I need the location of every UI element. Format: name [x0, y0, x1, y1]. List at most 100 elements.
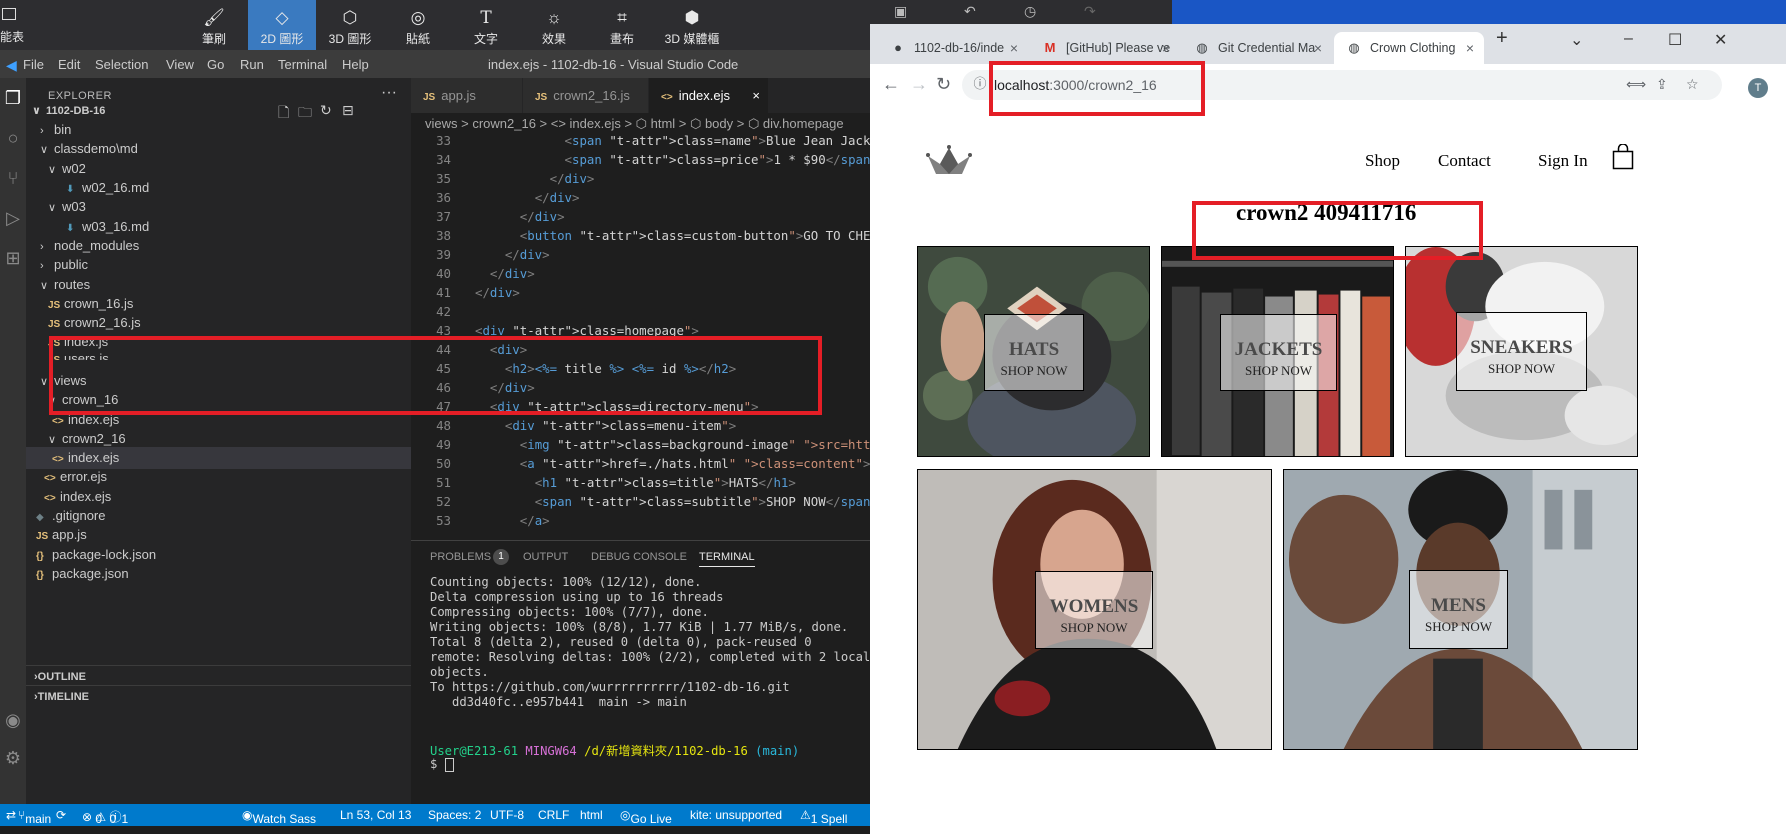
go-live-button[interactable]: ◎ Go Live [620, 808, 672, 826]
new-tab-icon[interactable]: + [1496, 27, 1508, 50]
tab-app-js[interactable]: JS app.js [411, 78, 523, 113]
tool-3d-shapes[interactable]: ⬡ 3D 圖形 [316, 0, 384, 50]
window-close-icon[interactable]: ✕ [1714, 30, 1727, 50]
sync-icon[interactable]: ⟳ [56, 808, 66, 822]
tool-2d-shapes[interactable]: ◇ 2D 圖形 [248, 0, 316, 50]
timeline-section[interactable]: ›TIMELINE [26, 685, 411, 708]
panel-tab-debug-console[interactable]: DEBUG CONSOLE [591, 551, 687, 563]
tool-effects[interactable]: ☼ 效果 [520, 0, 588, 50]
close-icon[interactable]: × [1466, 32, 1474, 64]
code-line[interactable]: 36 </div> [411, 188, 870, 207]
code-line[interactable]: 45 <h2><%= title %> <%= id %></h2> [411, 359, 870, 378]
close-icon[interactable]: × [1314, 32, 1322, 64]
forward-icon[interactable]: → [910, 74, 928, 95]
collapse-all-icon[interactable]: ⊟ [342, 102, 354, 119]
code-editor[interactable]: 33 <span "t-attr">class=name">Blue Jean … [411, 135, 870, 540]
explorer-icon[interactable]: ❐ [0, 88, 26, 109]
tab-crown2-16-js[interactable]: JS crown2_16.js [523, 78, 649, 113]
close-icon[interactable]: × [1010, 32, 1018, 64]
menu-file[interactable]: File [23, 57, 44, 72]
code-line[interactable]: 53 </a> [411, 511, 870, 530]
menu-item-jackets[interactable]: JACKETS SHOP NOW [1161, 246, 1394, 457]
spell-check-status[interactable]: ⚠ 1 Spell [800, 808, 847, 826]
remote-icon[interactable]: ⇄ [6, 808, 16, 822]
code-line[interactable]: 49 <img "t-attr">class=background-image"… [411, 435, 870, 454]
menu-help[interactable]: Help [342, 57, 369, 72]
tool-canvas[interactable]: ⌗ 畫布 [588, 0, 656, 50]
mens-content-link[interactable]: MENS SHOP NOW [1409, 570, 1508, 649]
chrome-tab-git-credential[interactable]: ◍ Git Credential Ma × [1182, 32, 1332, 64]
crown-logo-icon[interactable] [926, 144, 972, 182]
womens-content-link[interactable]: WOMENS SHOP NOW [1035, 571, 1153, 649]
menu-run[interactable]: Run [240, 57, 264, 72]
code-line[interactable]: 37 </div> [411, 207, 870, 226]
bookmark-star-icon[interactable]: ☆ [1686, 76, 1699, 93]
code-line[interactable]: 43 <div "t-attr">class=homepage"> [411, 321, 870, 340]
tree-file-error-ejs[interactable]: <> error.ejs [26, 466, 411, 488]
code-line[interactable]: 34 <span "t-attr">class=price">1 * $90</… [411, 150, 870, 169]
nav-contact[interactable]: Contact [1438, 151, 1491, 171]
maximize-icon[interactable]: ☐ [1668, 30, 1682, 50]
code-line[interactable]: 52 <span "t-attr">class=subtitle">SHOP N… [411, 492, 870, 511]
cursor-position[interactable]: Ln 53, Col 13 [340, 808, 411, 822]
tree-folder-classdemo[interactable]: ∨ classdemo\md [26, 138, 411, 160]
extensions-icon[interactable]: ⊞ [0, 248, 26, 269]
account-icon[interactable]: ◉ [0, 710, 26, 731]
paint-menu-partial[interactable]: 能表 [0, 0, 30, 50]
tree-folder-w03[interactable]: ∨ w03 [26, 196, 411, 218]
chrome-tab-gmail[interactable]: M [GitHub] Please ve × [1030, 32, 1180, 64]
panel-tab-output[interactable]: OUTPUT [523, 551, 568, 563]
tool-3d-library[interactable]: ⬢ 3D 媒體櫃 [652, 0, 732, 50]
indentation[interactable]: Spaces: 2 [428, 808, 481, 822]
undo-icon[interactable]: ↶ [964, 3, 976, 20]
jackets-content-link[interactable]: JACKETS SHOP NOW [1220, 314, 1337, 391]
menu-item-sneakers[interactable]: SNEAKERS SHOP NOW [1405, 246, 1638, 457]
tool-text[interactable]: T 文字 [452, 0, 520, 50]
menu-item-hats[interactable]: HATS SHOP NOW [917, 246, 1150, 457]
profile-avatar[interactable]: T [1748, 78, 1768, 98]
branch-indicator[interactable]: ⑂ main [18, 808, 51, 826]
tab-index-ejs[interactable]: <> index.ejs × [649, 78, 769, 113]
code-line[interactable]: 33 <span "t-attr">class=name">Blue Jean … [411, 135, 870, 150]
hats-content-link[interactable]: HATS SHOP NOW [984, 314, 1084, 391]
address-bar[interactable]: ⓘ localhost:3000/crown2_16 ⟺ ⇪ ☆ [962, 70, 1722, 100]
watch-sass-button[interactable]: ◉ Watch Sass [242, 808, 316, 826]
menu-terminal[interactable]: Terminal [278, 57, 327, 72]
tree-file-package-json[interactable]: {} package.json [26, 563, 411, 585]
code-line[interactable]: 40 </div> [411, 264, 870, 283]
minimize-icon[interactable]: – [1624, 30, 1633, 48]
chrome-tab-crown-clothing[interactable]: ◍ Crown Clothing × [1334, 32, 1484, 64]
code-line[interactable]: 35 </div> [411, 169, 870, 188]
tree-file-users-js[interactable]: JSusers.js [26, 348, 411, 360]
code-line[interactable]: 47 <div "t-attr">class=directory-menu"> [411, 397, 870, 416]
tree-file-app-js[interactable]: JS app.js [26, 524, 411, 546]
source-control-icon[interactable]: ⑂ [0, 168, 26, 189]
language-mode[interactable]: html [580, 808, 603, 822]
code-line[interactable]: 51 <h1 "t-attr">class=title">HATS</h1> [411, 473, 870, 492]
tool-stickers[interactable]: ◎ 貼紙 [384, 0, 452, 50]
back-icon[interactable]: ← [882, 74, 900, 95]
breadcrumb[interactable]: views > crown2_16 > <> index.ejs > ⬡ htm… [411, 113, 870, 135]
search-icon[interactable]: ○ [0, 128, 26, 149]
history-icon[interactable]: ◷ [1024, 3, 1036, 20]
nav-shop[interactable]: Shop [1365, 151, 1400, 171]
code-line[interactable]: 46 </div> [411, 378, 870, 397]
code-line[interactable]: 48 <div "t-attr">class=menu-item"> [411, 416, 870, 435]
refresh-icon[interactable]: ↻ [320, 102, 332, 119]
menu-view[interactable]: View [166, 57, 194, 72]
code-line[interactable]: 39 </div> [411, 245, 870, 264]
menu-edit[interactable]: Edit [58, 57, 80, 72]
problems-indicator[interactable]: ⊗ 0 ⚠ 0 ⓘ 1 [82, 808, 128, 826]
paste-icon[interactable]: ▣ [894, 3, 907, 20]
panel-tab-problems[interactable]: PROBLEMS [430, 551, 491, 563]
menu-go[interactable]: Go [207, 57, 224, 72]
tree-folder-public[interactable]: › public [26, 254, 411, 276]
menu-item-mens[interactable]: MENS SHOP NOW [1283, 469, 1638, 750]
menu-item-womens[interactable]: WOMENS SHOP NOW [917, 469, 1272, 750]
kite-status[interactable]: kite: unsupported [690, 808, 782, 822]
shopping-bag-icon[interactable] [1612, 144, 1634, 170]
reload-icon[interactable]: ↻ [936, 74, 951, 95]
site-info-icon[interactable]: ⓘ [972, 76, 988, 92]
url-text[interactable]: localhost:3000/crown2_16 [994, 77, 1157, 93]
code-line[interactable]: 50 <a "t-attr">href=./hats.html" ">class… [411, 454, 870, 473]
